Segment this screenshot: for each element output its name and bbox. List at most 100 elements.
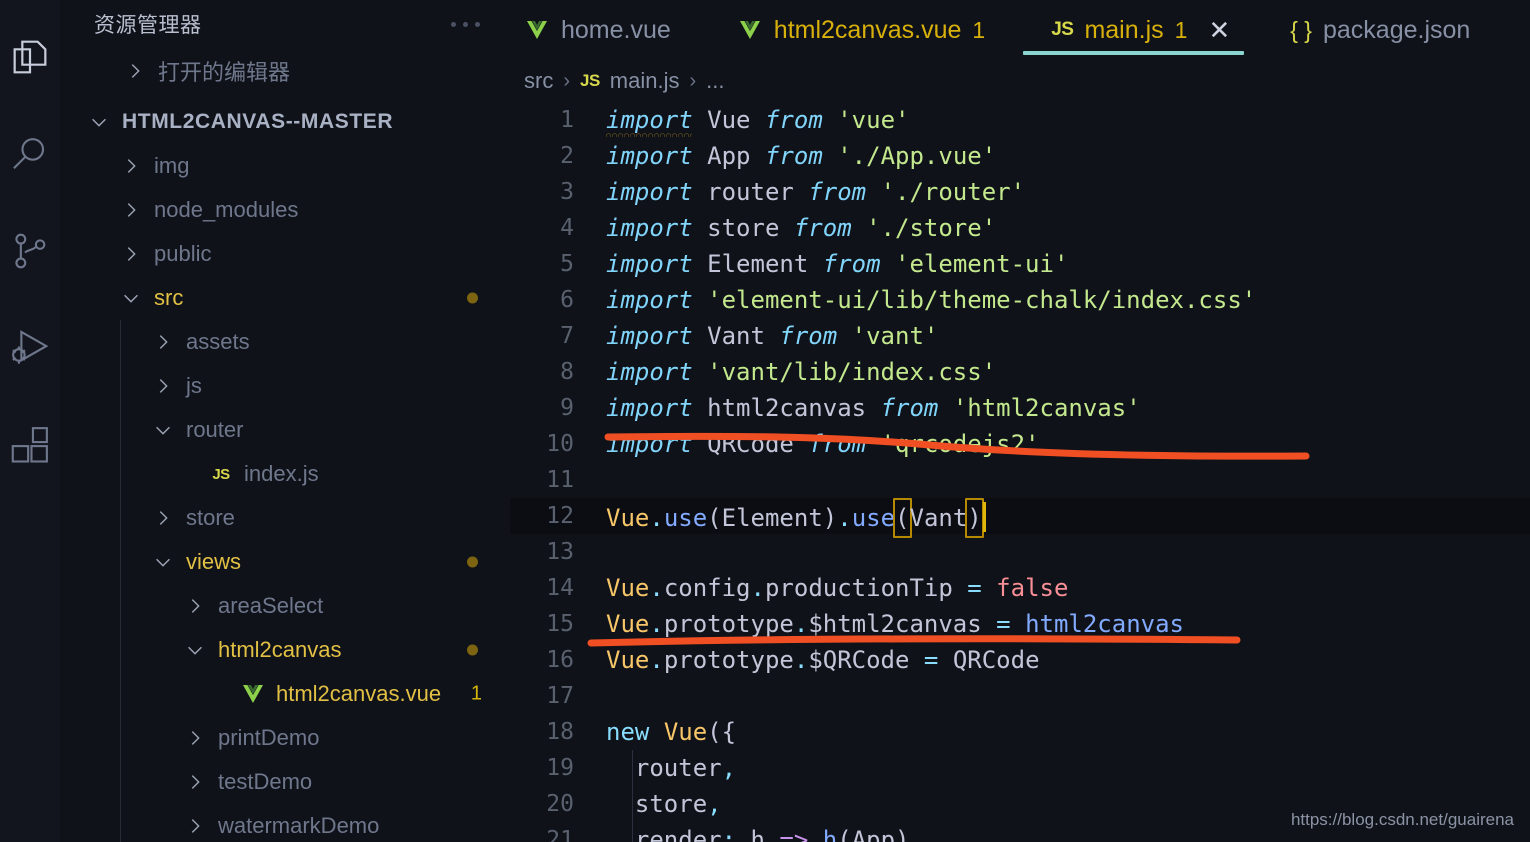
tab-label: html2canvas.vue xyxy=(773,15,962,44)
chevron-right-icon xyxy=(182,595,208,617)
tree-item-label: router xyxy=(186,417,244,442)
sidebar-title: 资源管理器 xyxy=(94,14,202,37)
breadcrumb-item[interactable]: ... xyxy=(706,68,724,94)
activity-item-explorer[interactable] xyxy=(0,8,60,105)
code-editor[interactable]: 1 import Vue from 'vue' 2 import App from '… xyxy=(510,102,1530,842)
activity-item-search[interactable] xyxy=(0,105,60,202)
line-number: 17 xyxy=(546,683,574,709)
line-number: 11 xyxy=(546,467,574,493)
code-line[interactable]: 18 new Vue({ xyxy=(510,714,1530,750)
sidebar-more-actions-icon[interactable] xyxy=(451,21,492,27)
code-line[interactable]: 7 import Vant from 'vant' xyxy=(510,318,1530,354)
indent-guide xyxy=(120,804,121,842)
code-line[interactable]: 5 import Element from 'element-ui' xyxy=(510,246,1530,282)
code-line[interactable]: 10 import QRCode from 'qrcodejs2' xyxy=(510,426,1530,462)
code-line[interactable]: 6 import 'element-ui/lib/theme-chalk/inde… xyxy=(510,282,1530,318)
line-source: import Vant from 'vant' xyxy=(606,322,939,350)
tree-item-label: printDemo xyxy=(218,725,320,750)
sidebar-header: 资源管理器 xyxy=(60,0,510,48)
activity-item-source-control[interactable] xyxy=(0,202,60,299)
code-line[interactable]: 17 xyxy=(510,678,1530,714)
error-squiggle xyxy=(606,132,692,137)
line-source: import html2canvas from 'html2canvas' xyxy=(606,394,1141,422)
tree-item-node-modules[interactable]: node_modules xyxy=(60,188,510,232)
tree-item-html2canvas-vue[interactable]: html2canvas.vue 1 xyxy=(60,672,510,716)
editor-tab-html2canvas-vue[interactable]: html2canvas.vue 1 xyxy=(699,0,1011,60)
tree-item-src[interactable]: src xyxy=(60,276,510,320)
indent-guide xyxy=(120,496,121,540)
line-number: 13 xyxy=(546,539,574,565)
code-line[interactable]: 16 Vue.prototype.$QRCode = QRCode xyxy=(510,642,1530,678)
vue-file-icon xyxy=(737,19,763,41)
code-line[interactable]: 8 import 'vant/lib/index.css' xyxy=(510,354,1530,390)
tree-item-js[interactable]: js xyxy=(60,364,510,408)
close-icon[interactable]: ✕ xyxy=(1208,17,1230,43)
code-line[interactable]: 19 router, xyxy=(510,750,1530,786)
tree-item-html2canvas[interactable]: html2canvas xyxy=(60,628,510,672)
tree-item-printdemo[interactable]: printDemo xyxy=(60,716,510,760)
breadcrumb-separator-icon: › xyxy=(563,69,570,92)
line-number: 9 xyxy=(560,395,574,421)
indent-guide xyxy=(120,584,121,628)
tree-item-label: node_modules xyxy=(154,197,299,222)
chevron-right-icon xyxy=(118,243,144,265)
code-line[interactable]: 2 import App from './App.vue' xyxy=(510,138,1530,174)
tree-item-img[interactable]: img xyxy=(60,144,510,188)
line-number: 5 xyxy=(560,251,574,277)
indent-guide xyxy=(632,786,633,822)
breadcrumb-separator-icon: › xyxy=(689,69,697,92)
code-line[interactable]: 12 Vue.use(Element).use(Vant) xyxy=(510,498,1530,538)
tab-label: home.vue xyxy=(561,15,671,44)
tree-item-testdemo[interactable]: testDemo xyxy=(60,760,510,804)
chevron-right-icon xyxy=(182,815,208,837)
open-editors-label: 打开的编辑器 xyxy=(158,60,291,85)
line-number: 10 xyxy=(546,431,574,457)
breadcrumb-item[interactable]: src xyxy=(524,68,553,94)
editor-tab-package-json[interactable]: { } package.json xyxy=(1256,0,1490,60)
line-source: render: h => h(App) xyxy=(634,826,910,842)
breadcrumb-item[interactable]: main.js xyxy=(610,68,680,94)
code-line[interactable]: 9 import html2canvas from 'html2canvas' xyxy=(510,390,1530,426)
tree-item-label: html2canvas.vue xyxy=(276,681,442,706)
tree-item-store[interactable]: store xyxy=(60,496,510,540)
sidebar-section-open-editors[interactable]: 打开的编辑器 xyxy=(60,48,510,94)
activity-item-extensions[interactable] xyxy=(0,396,60,493)
tree-item-public[interactable]: public xyxy=(60,232,510,276)
code-line[interactable]: 15 Vue.prototype.$html2canvas = html2canv… xyxy=(510,606,1530,642)
code-line[interactable]: 13 xyxy=(510,534,1530,570)
tree-item-label: watermarkDemo xyxy=(218,813,380,838)
editor-tab-home-vue[interactable]: home.vue xyxy=(510,0,699,60)
code-line[interactable]: 4 import store from './store' xyxy=(510,210,1530,246)
tree-item-views[interactable]: views xyxy=(60,540,510,584)
indent-guide xyxy=(632,822,633,842)
indent-guide xyxy=(120,716,121,760)
activity-item-run-and-debug[interactable] xyxy=(0,299,60,396)
line-number: 4 xyxy=(560,215,574,241)
source-control-icon xyxy=(8,229,52,273)
indent-guide xyxy=(120,672,121,716)
tree-item-assets[interactable]: assets xyxy=(60,320,510,364)
tree-item-areaselect[interactable]: areaSelect xyxy=(60,584,510,628)
tab-problem-badge: 1 xyxy=(1174,16,1188,43)
search-icon xyxy=(8,132,52,176)
chevron-down-icon xyxy=(150,419,176,441)
code-line[interactable]: 3 import router from './router' xyxy=(510,174,1530,210)
code-line[interactable]: 11 xyxy=(510,462,1530,498)
tree-item-label: index.js xyxy=(244,461,319,486)
tree-item-label: testDemo xyxy=(218,769,313,794)
chevron-down-icon xyxy=(86,111,112,133)
line-number: 20 xyxy=(546,791,574,817)
code-line[interactable]: 1 import Vue from 'vue' xyxy=(510,102,1530,138)
editor-tab-main-js[interactable]: JS main.js 1 ✕ xyxy=(1011,0,1256,60)
tree-item-html2canvas-master[interactable]: HTML2CANVAS--MASTER xyxy=(60,100,510,144)
line-source: import router from './router' xyxy=(606,178,1026,206)
tree-item-watermarkdemo[interactable]: watermarkDemo xyxy=(60,804,510,842)
line-source: import store from './store' xyxy=(606,214,997,242)
chevron-down-icon xyxy=(150,551,176,573)
code-line[interactable]: 14 Vue.config.productionTip = false xyxy=(510,570,1530,606)
line-source: import Element from 'element-ui' xyxy=(606,250,1069,278)
line-source: import 'element-ui/lib/theme-chalk/index… xyxy=(606,286,1257,314)
tree-item-index-js[interactable]: JS index.js xyxy=(60,452,510,496)
tree-item-router[interactable]: router xyxy=(60,408,510,452)
line-number: 1 xyxy=(560,107,574,133)
